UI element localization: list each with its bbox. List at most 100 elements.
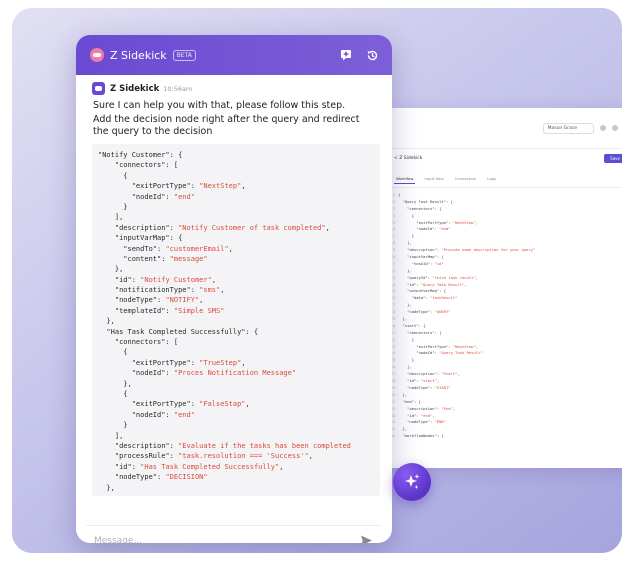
code-line: "exitPortType": "FalseStap",: [98, 400, 250, 409]
editor-code-line: 13 "queryId": "fetch task result",: [388, 275, 622, 282]
line-text: }: [398, 357, 415, 363]
code-line: }: [98, 421, 128, 430]
editor-code-line: 1{: [388, 192, 622, 199]
back-link[interactable]: < Z Sidekick: [394, 156, 422, 161]
send-icon[interactable]: [358, 533, 374, 543]
line-text: "nodeType": "QUERY": [398, 309, 451, 315]
line-text: "queryId": "fetch task result",: [398, 274, 479, 280]
code-line: "nodeId": "end": [98, 192, 195, 201]
code-line: "nodeId": "Proces Notification Message": [98, 369, 297, 378]
line-text: "connectors": [: [398, 205, 442, 211]
code-line: ],: [98, 213, 124, 222]
editor-code-line: 23 "exitPortType": "NextStep",: [388, 344, 622, 351]
sidekick-fab-button[interactable]: [393, 463, 431, 501]
line-text: "id": "start",: [398, 378, 440, 384]
line-text: "workflowNodes": {: [398, 433, 444, 439]
editor-code-line: 24 "nodeId": "Query Task Result": [388, 350, 622, 357]
code-line: "inputVarMap": {: [98, 234, 183, 243]
line-text: "exitPortType": "NextStep",: [398, 219, 479, 225]
background-card: Mason Grace < Z Sidekick Save Workflow I…: [12, 8, 622, 553]
message-sender: Z Sidekick: [110, 83, 160, 94]
editor-code-line: 26 ],: [388, 364, 622, 371]
line-text: "Query Task Result": {: [398, 198, 453, 204]
code-line: "id": "Notify Customer",: [98, 275, 217, 284]
editor-code-line: 3 "connectors": [: [388, 206, 622, 213]
tab-logs[interactable]: Logs: [485, 175, 498, 184]
line-text: "nodeType": "START": [398, 384, 451, 390]
history-icon[interactable]: [364, 47, 380, 63]
editor-code-line: 32 "description": "End",: [388, 406, 622, 413]
editor-code-line: 28 "id": "start",: [388, 378, 622, 385]
editor-code-line: 31 "end": {: [388, 399, 622, 406]
sidekick-chat-panel: Z Sidekick BETA Z Sidekick 10:56am Sure …: [76, 35, 392, 543]
editor-code-line: 29 "nodeType": "START": [388, 385, 622, 392]
editor-code-line: 18 "nodeType": "QUERY": [388, 309, 622, 316]
code-line: }: [98, 202, 128, 211]
message-line: Add the decision node right after the qu…: [93, 114, 360, 137]
editor-code-line: 33 "id": "end",: [388, 413, 622, 420]
editor-code-line: 6 "nodeId": "end": [388, 226, 622, 233]
line-text: {: [398, 336, 415, 342]
line-text: "description": "End",: [398, 405, 456, 411]
code-line: "connectors": [: [98, 338, 179, 347]
message-body: Sure I can help you with that, please fo…: [76, 95, 392, 138]
line-text: "id": "end",: [398, 412, 435, 418]
editor-code-line: 17 },: [388, 302, 622, 309]
line-text: },: [398, 391, 408, 397]
chat-header: Z Sidekick BETA: [76, 35, 392, 75]
editor-code-line: 7 }: [388, 233, 622, 240]
editor-code-line: 36 "workflowNodes": {: [388, 433, 622, 440]
new-chat-icon[interactable]: [338, 47, 354, 63]
code-line: "description": "Notify Customer of task …: [98, 223, 330, 232]
tab-connectors[interactable]: Connectors: [453, 175, 479, 184]
editor-code-line: 10 "inputVarMap": {: [388, 254, 622, 261]
editor-code-line: 15 "outputVarMap": {: [388, 288, 622, 295]
user-selector[interactable]: Mason Grace: [542, 122, 594, 134]
code-line: "connectors": [: [98, 161, 179, 170]
line-text: ],: [398, 240, 412, 246]
line-text: "nodeId": "end": [398, 226, 451, 232]
editor-titlebar: < Z Sidekick Save: [384, 149, 622, 167]
code-snippet[interactable]: "Notify Customer": { "connectors": [ { "…: [92, 144, 380, 496]
code-line: "templateId": "Simple SMS": [98, 306, 225, 315]
code-line: },: [98, 379, 132, 388]
line-text: "connectors": [: [398, 329, 442, 335]
editor-code-line: 19 },: [388, 316, 622, 323]
sidekick-logo-icon: [90, 48, 104, 62]
message-input[interactable]: [94, 535, 334, 543]
editor-code-line: 5 "exitPortType": "NextStep",: [388, 220, 622, 227]
code-line: },: [98, 483, 115, 492]
code-line: "content": "message": [98, 254, 208, 263]
editor-code-line: 20 "start": {: [388, 323, 622, 330]
tab-input-vars[interactable]: Input Vars: [422, 175, 445, 184]
code-line: "nodeType": "NOTIFY",: [98, 296, 204, 305]
editor-code-line: 14 "id": "Query Task Result",: [388, 282, 622, 289]
code-line: "nodeId": "end": [98, 410, 195, 419]
code-line: {: [98, 348, 128, 357]
line-text: "description": "Provide some description…: [398, 247, 536, 253]
code-line: "processRule": "task.resolution === 'Suc…: [98, 452, 313, 461]
line-text: },: [398, 316, 408, 322]
line-text: "end": {: [398, 398, 421, 404]
editor-code-line: 34 "nodeType": "END": [388, 419, 622, 426]
editor-code-line: 35 },: [388, 426, 622, 433]
line-text: "nodeId": "Query Task Result": [398, 350, 483, 356]
save-button[interactable]: Save: [604, 153, 622, 163]
editor-topbar: Mason Grace: [384, 108, 622, 148]
code-line: "nodeType": "DECISION": [98, 473, 208, 482]
chat-title: Z Sidekick: [110, 48, 167, 62]
sidekick-avatar-icon: [92, 82, 105, 95]
bell-icon[interactable]: [600, 125, 606, 131]
beta-badge: BETA: [172, 49, 196, 61]
code-line: "sendTo": "customerEmail",: [98, 244, 233, 253]
editor-code-area[interactable]: 1{2 "Query Task Result": {3 "connectors"…: [384, 188, 622, 440]
sparkle-icon: [405, 474, 420, 489]
editor-code-line: 9 "description": "Provide some descripti…: [388, 247, 622, 254]
line-text: "outputVarMap": {: [398, 288, 447, 294]
editor-code-line: 12 },: [388, 268, 622, 275]
settings-icon[interactable]: [612, 125, 618, 131]
line-text: "nodeType": "END": [398, 419, 447, 425]
tab-workflow[interactable]: Workflow: [394, 175, 416, 184]
code-line: {: [98, 389, 128, 398]
line-text: },: [398, 267, 412, 273]
